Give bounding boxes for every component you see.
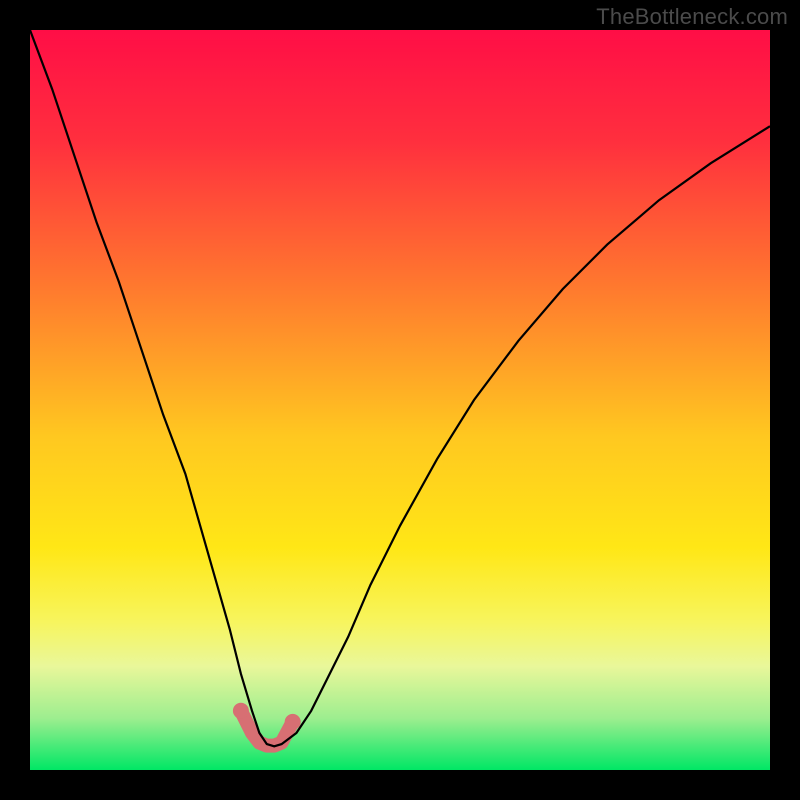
valley-dot-left [233,703,249,719]
valley-dot-right [285,714,301,730]
plot-area [30,30,770,770]
watermark-text: TheBottleneck.com [596,4,788,30]
bottleneck-curve-path [30,30,770,746]
curve-layer [30,30,770,770]
chart-frame: TheBottleneck.com [0,0,800,800]
